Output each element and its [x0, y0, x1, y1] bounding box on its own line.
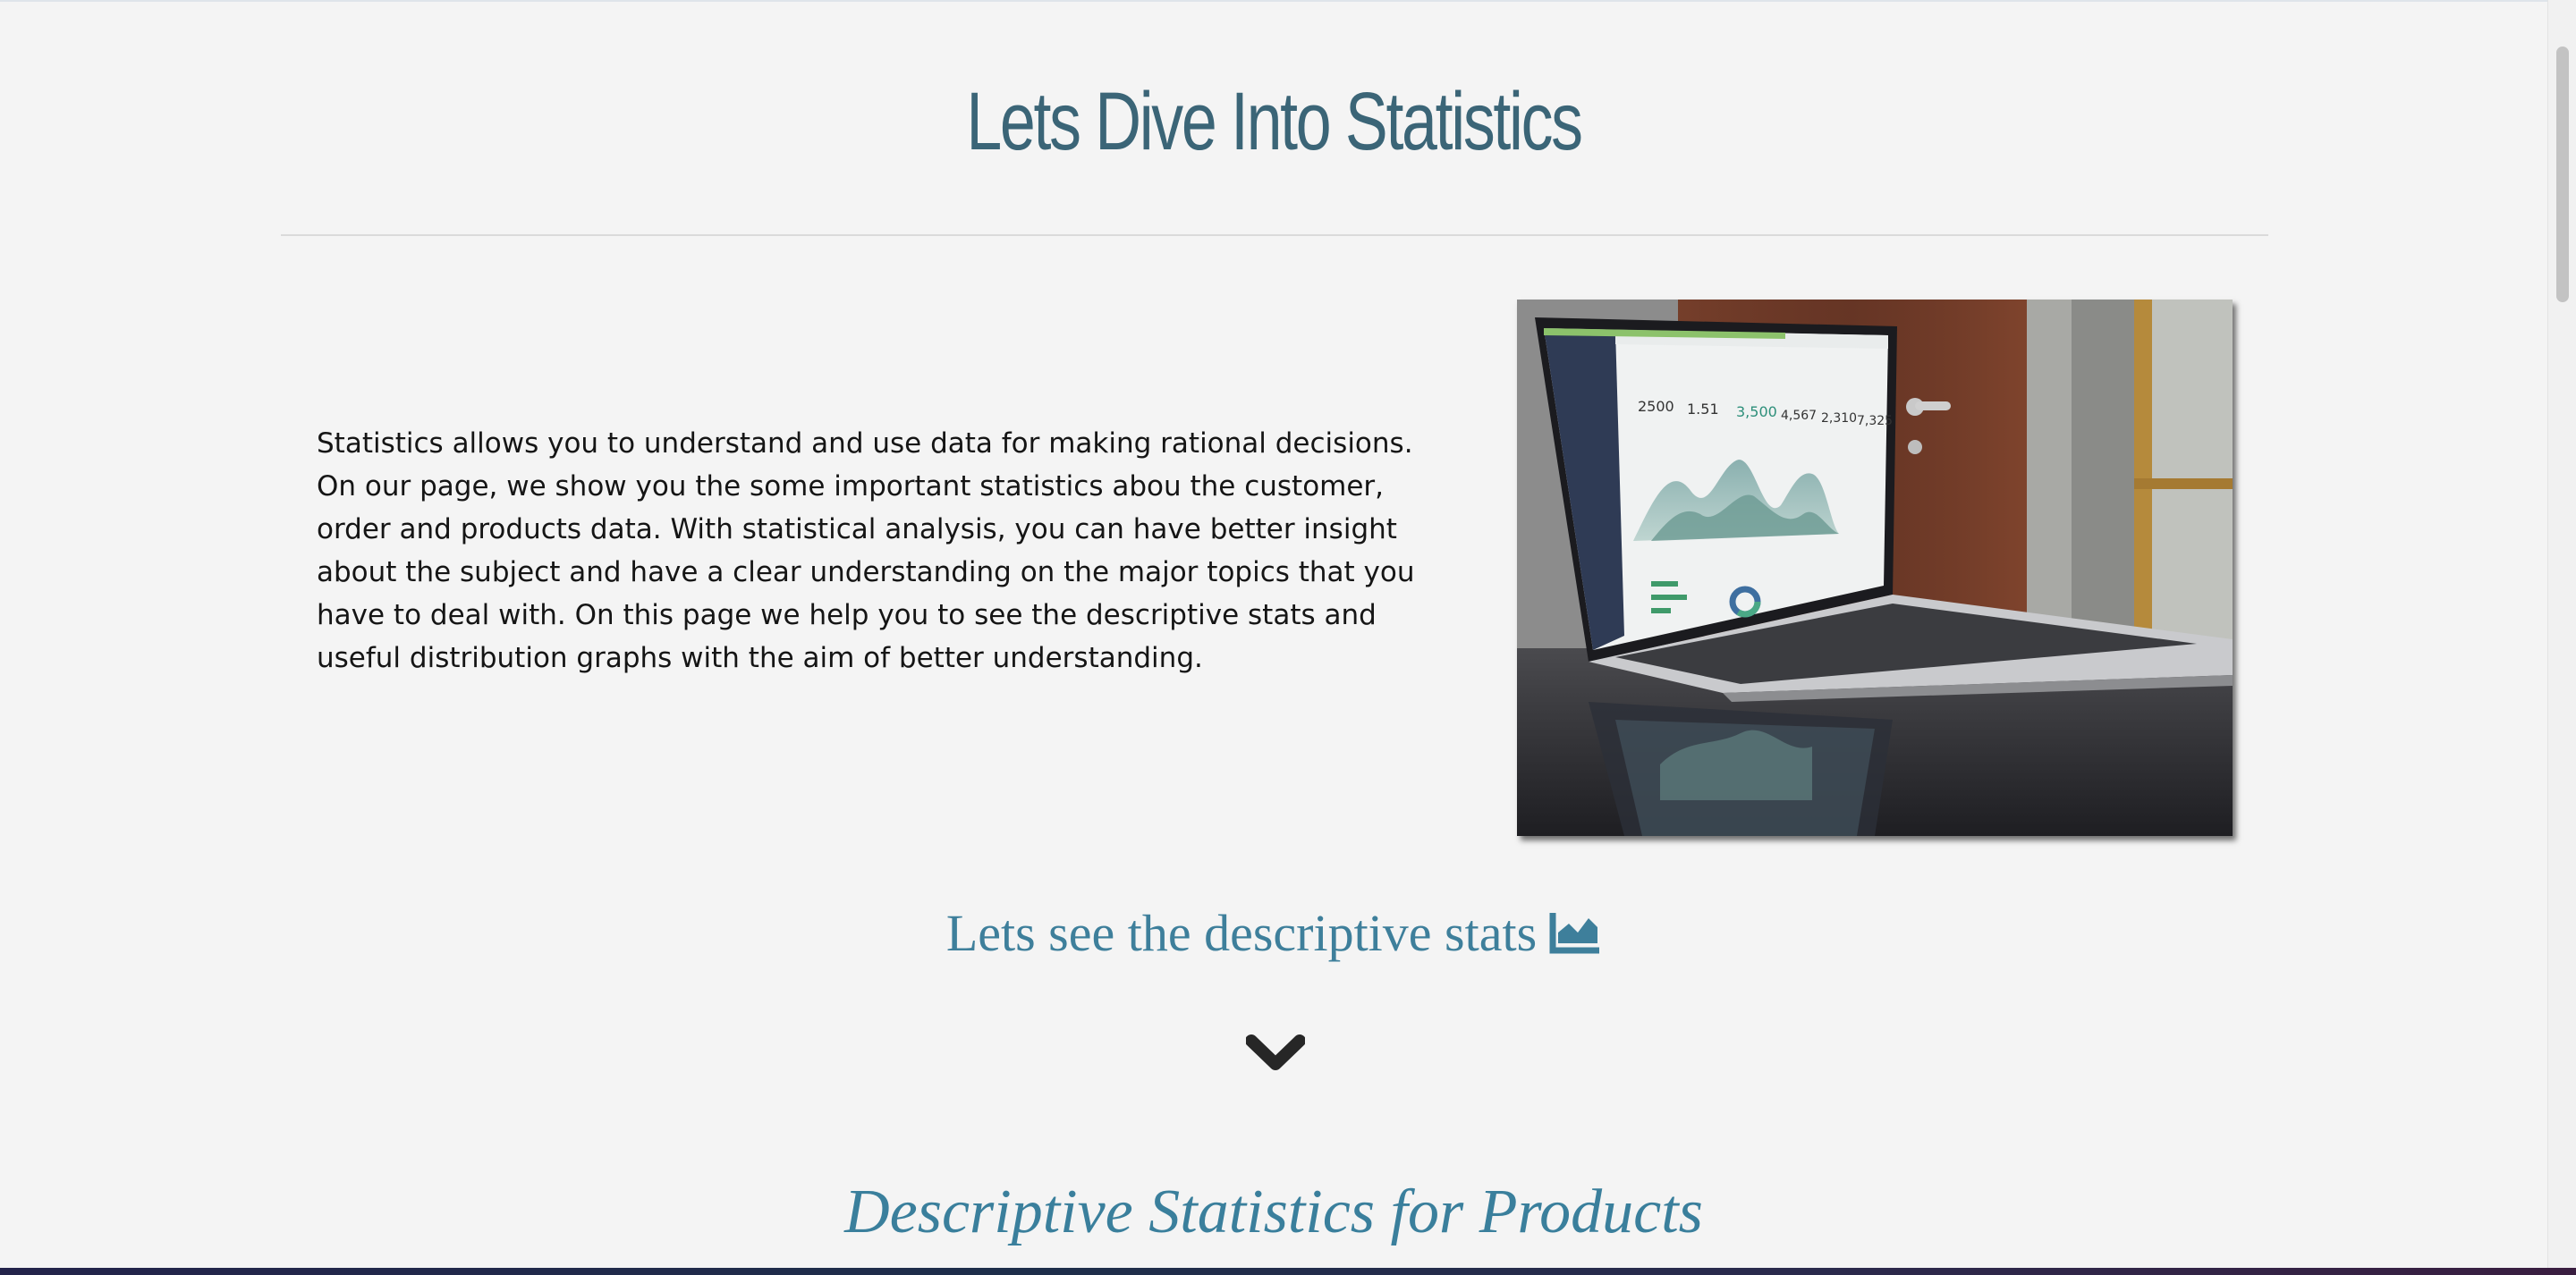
svg-text:4,567: 4,567 — [1781, 409, 1817, 423]
page: Lets Dive Into Statistics Statistics all… — [0, 0, 2547, 1270]
chart-area-icon — [1549, 907, 1601, 967]
svg-text:3,500: 3,500 — [1736, 403, 1777, 420]
svg-text:7,325: 7,325 — [1857, 414, 1893, 428]
title-divider — [281, 234, 2268, 236]
laptop-dashboard-image: 2500 1.51 3,500 4,567 2,310 7,325 — [1517, 300, 2233, 836]
descriptive-stats-heading-text: Lets see the descriptive stats — [945, 904, 1538, 962]
descriptive-stats-heading: Lets see the descriptive stats — [0, 903, 2547, 967]
svg-text:2,310: 2,310 — [1821, 411, 1857, 426]
page-title: Lets Dive Into Statistics — [966, 76, 1583, 167]
svg-text:1.51: 1.51 — [1687, 401, 1719, 418]
products-stats-heading: Descriptive Statistics for Products — [844, 1178, 1703, 1246]
bottom-edge — [0, 1268, 2576, 1275]
svg-text:2500: 2500 — [1638, 398, 1674, 415]
chevron-down-icon[interactable] — [1245, 1030, 1306, 1107]
scrollbar-thumb[interactable] — [2556, 46, 2569, 302]
intro-paragraph: Statistics allows you to understand and … — [317, 427, 1415, 674]
